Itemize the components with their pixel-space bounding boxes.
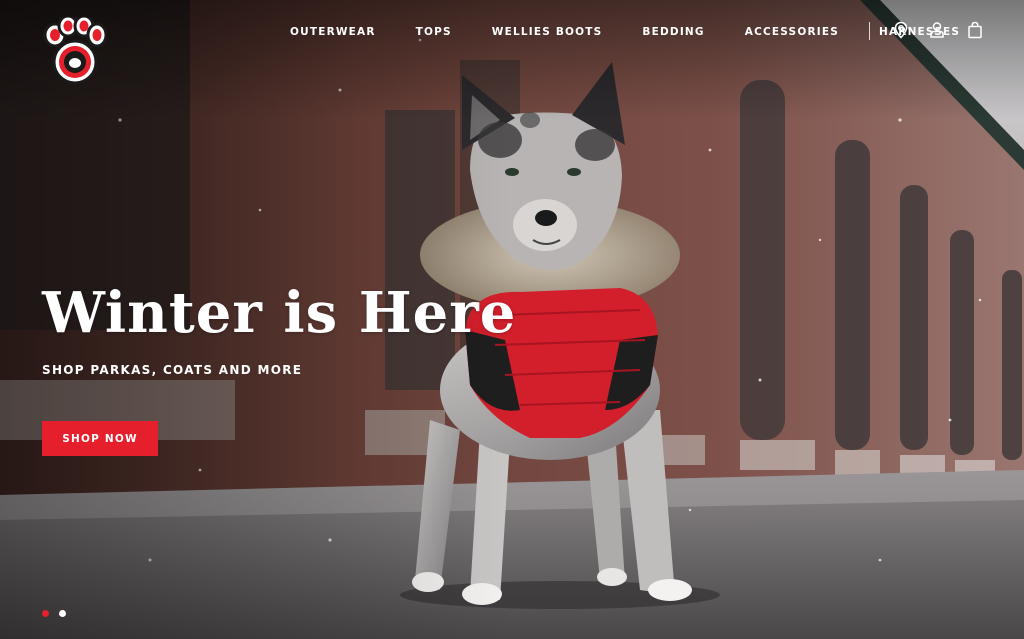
paw-logo-icon (43, 14, 108, 85)
nav-item-outerwear[interactable]: OUTERWEAR (290, 26, 376, 38)
site-header: OUTERWEAR TOPS WELLIES BOOTS BEDDING ACC… (0, 0, 1024, 85)
nav-item-accessories[interactable]: ACCESSORIES (745, 26, 839, 38)
carousel-dot-1[interactable] (42, 610, 49, 617)
nav-divider (869, 22, 870, 40)
location-pin-icon[interactable] (892, 21, 910, 39)
hero-subhead: SHOP PARKAS, COATS AND MORE (42, 363, 303, 377)
hero-headline: Winter is Here (42, 280, 517, 346)
main-navigation: OUTERWEAR TOPS WELLIES BOOTS BEDDING ACC… (290, 24, 960, 40)
carousel-pagination (42, 610, 76, 617)
carousel-dot-2[interactable] (59, 610, 66, 617)
nav-item-bedding[interactable]: BEDDING (642, 26, 704, 38)
nav-item-tops[interactable]: TOPS (416, 26, 452, 38)
nav-item-wellies-boots[interactable]: WELLIES BOOTS (492, 26, 603, 38)
shopping-bag-icon[interactable] (966, 21, 984, 39)
hero-banner: OUTERWEAR TOPS WELLIES BOOTS BEDDING ACC… (0, 0, 1024, 639)
account-icon[interactable] (928, 21, 946, 39)
shop-now-button[interactable]: SHOP NOW (42, 421, 158, 456)
brand-logo[interactable] (41, 14, 108, 87)
